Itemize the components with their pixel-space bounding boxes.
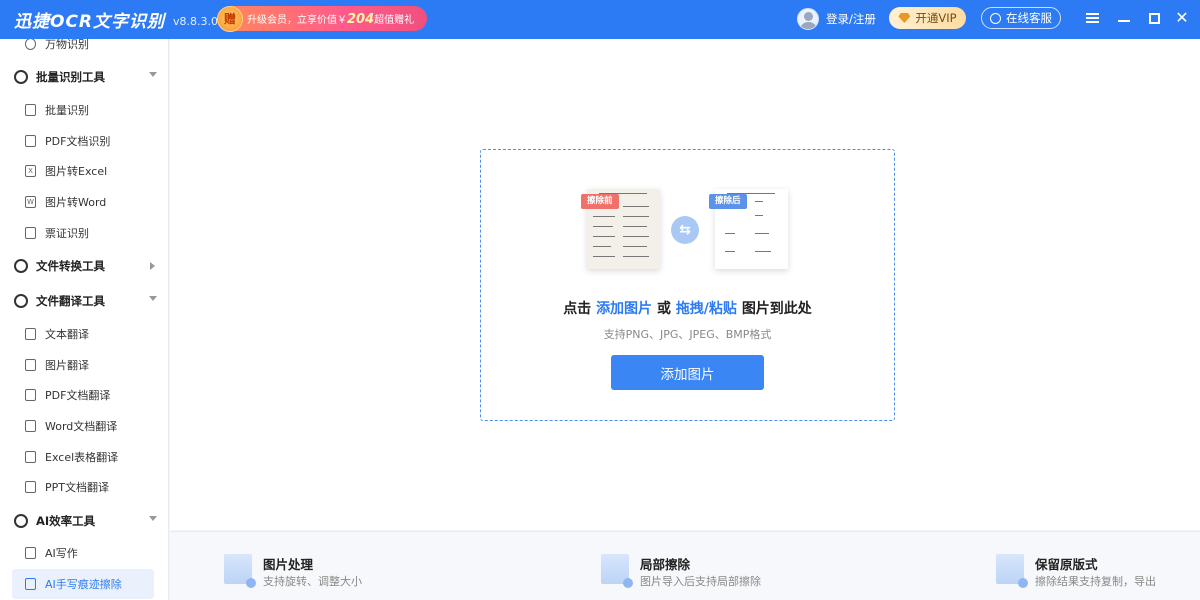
login-register-link[interactable]: 登录/注册 xyxy=(826,11,876,27)
minimize-icon[interactable] xyxy=(1114,8,1134,28)
image-processing-icon xyxy=(224,554,256,588)
online-service-button[interactable]: 在线客服 xyxy=(981,7,1061,29)
open-vip-button[interactable]: 开通VIP xyxy=(889,7,966,29)
sidebar-item-text-translate[interactable]: 文本翻译 xyxy=(12,319,154,349)
app-title: 迅捷OCR文字识别 xyxy=(14,12,166,32)
pdf-icon xyxy=(25,135,36,147)
supported-formats: 支持PNG、JPG、JPEG、BMP格式 xyxy=(603,328,772,341)
ai-icon xyxy=(25,547,36,559)
add-image-button[interactable]: 添加图片 xyxy=(611,355,764,390)
batch-icon xyxy=(25,104,36,116)
sidebar-item-universal-recognition[interactable]: 万物识别 xyxy=(12,39,154,59)
convert-tool-icon xyxy=(14,259,28,273)
after-tag: 擦除后 xyxy=(709,194,747,209)
close-icon[interactable]: ✕ xyxy=(1172,8,1192,28)
app-version: v8.8.3.0 xyxy=(173,14,219,28)
sidebar-group-convert[interactable]: 文件转换工具 xyxy=(0,253,168,279)
sidebar-group-translate[interactable]: 文件翻译工具 xyxy=(0,288,168,314)
menu-icon[interactable] xyxy=(1082,8,1102,28)
diamond-icon xyxy=(898,13,911,23)
sidebar-item-image-to-word[interactable]: W 图片转Word xyxy=(12,187,154,217)
drop-zone-title: 点击 添加图片 或 拖拽/粘贴 图片到此处 xyxy=(563,301,812,317)
before-document-thumbnail: 擦除前 xyxy=(581,189,660,269)
sidebar-item-image-to-excel[interactable]: X 图片转Excel xyxy=(12,156,154,186)
title-bar: 迅捷OCR文字识别 v8.8.3.0 赠 升级会员，立享价值￥204超值赠礼 登… xyxy=(0,0,1200,39)
feature-bar: 图片处理 支持旋转、调整大小 局部擦除 图片导入后支持局部擦除 保留原版式 擦除… xyxy=(170,531,1200,600)
promo-text: 升级会员，立享价值￥204超值赠礼 xyxy=(247,11,415,27)
word-icon: W xyxy=(25,196,36,208)
excel-doc-icon xyxy=(25,451,36,463)
pen-icon xyxy=(25,578,36,590)
sidebar-item-ai-handwriting-erase[interactable]: AI手写痕迹擦除 xyxy=(12,569,154,599)
promo-number: 204 xyxy=(347,11,375,27)
keep-layout-icon xyxy=(996,554,1028,588)
image-icon xyxy=(25,359,36,371)
user-avatar-icon[interactable] xyxy=(797,8,819,30)
sidebar-group-ai[interactable]: AI效率工具 xyxy=(0,508,168,534)
word-doc-icon xyxy=(25,420,36,432)
sidebar: 万物识别 批量识别工具 批量识别 PDF文档识别 X 图片转Excel W 图片… xyxy=(0,39,169,600)
sidebar-item-pdf-recognition[interactable]: PDF文档识别 xyxy=(12,126,154,156)
translate-tool-icon xyxy=(14,294,28,308)
after-document-thumbnail: 擦除后 xyxy=(709,189,788,269)
partial-erase-icon xyxy=(601,554,633,588)
sidebar-item-ppt-translate[interactable]: PPT文档翻译 xyxy=(12,472,154,502)
main-panel: 擦除前 ⇆ 擦除后 点击 添加图片 或 拖拽/粘贴 图片到此处 支持PNG、JP… xyxy=(170,39,1200,530)
swap-arrows-icon: ⇆ xyxy=(671,216,699,244)
chevron-down-icon xyxy=(149,516,157,521)
gift-icon: 赠 xyxy=(217,5,243,32)
sidebar-group-batch[interactable]: 批量识别工具 xyxy=(0,64,168,90)
sidebar-item-image-translate[interactable]: 图片翻译 xyxy=(12,350,154,380)
pdf-icon xyxy=(25,389,36,401)
chevron-down-icon xyxy=(149,72,157,77)
objects-icon xyxy=(25,39,36,50)
sidebar-item-ticket-recognition[interactable]: 票证识别 xyxy=(12,218,154,248)
maximize-icon[interactable] xyxy=(1144,8,1164,28)
sidebar-item-word-translate[interactable]: Word文档翻译 xyxy=(12,411,154,441)
headset-icon xyxy=(990,12,1001,24)
add-image-link[interactable]: 添加图片 xyxy=(596,301,652,317)
batch-tool-icon xyxy=(14,70,28,84)
promo-banner[interactable]: 赠 升级会员，立享价值￥204超值赠礼 xyxy=(217,5,427,32)
ticket-icon xyxy=(25,227,36,239)
chevron-down-icon xyxy=(149,296,157,301)
ai-tool-icon xyxy=(14,514,28,528)
text-icon xyxy=(25,328,36,340)
sidebar-item-batch-recognition[interactable]: 批量识别 xyxy=(12,95,154,125)
ppt-icon xyxy=(25,481,36,493)
image-drop-zone[interactable]: 擦除前 ⇆ 擦除后 点击 添加图片 或 拖拽/粘贴 图片到此处 支持PNG、JP… xyxy=(480,149,895,421)
sidebar-item-excel-translate[interactable]: Excel表格翻译 xyxy=(12,442,154,472)
chevron-right-icon xyxy=(150,262,155,270)
before-tag: 擦除前 xyxy=(581,194,619,209)
sidebar-item-ai-writing[interactable]: AI写作 xyxy=(12,538,154,568)
excel-icon: X xyxy=(25,165,36,177)
sidebar-item-pdf-translate[interactable]: PDF文档翻译 xyxy=(12,380,154,410)
